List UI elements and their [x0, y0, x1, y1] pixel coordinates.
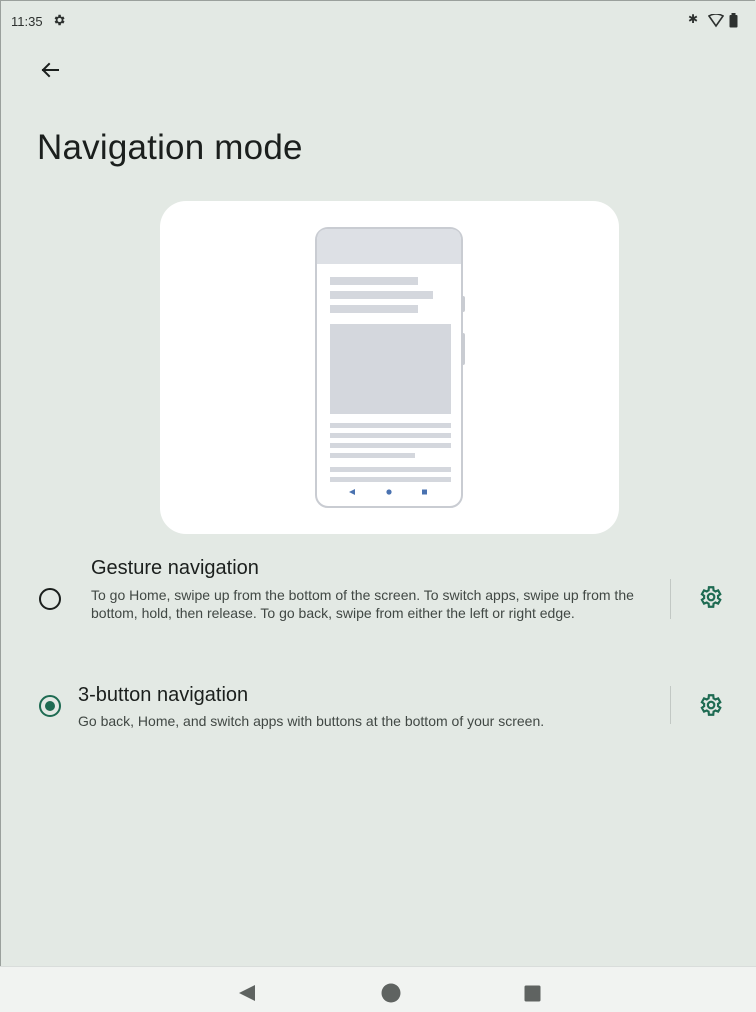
- gesture-title: Gesture navigation: [91, 557, 259, 579]
- gesture-radio[interactable]: [39, 588, 61, 610]
- settings-icon: [54, 14, 65, 26]
- gesture-settings-gear-icon[interactable]: [697, 584, 723, 610]
- option-gesture-navigation[interactable]: Gesture navigation To go Home, swipe up …: [0, 555, 756, 650]
- bluetooth-icon: ✱: [688, 12, 699, 26]
- 3-button-divider: [670, 686, 671, 724]
- arrow-back-icon[interactable]: [36, 56, 64, 84]
- wifi-icon: [708, 14, 724, 28]
- back-triangle-icon[interactable]: [238, 984, 256, 1002]
- system-nav-bar: [0, 966, 756, 1012]
- home-circle-icon[interactable]: [381, 983, 401, 1003]
- status-time: 11:35: [11, 14, 43, 29]
- recents-square-icon[interactable]: [524, 985, 541, 1002]
- option-3-button-navigation[interactable]: 3-button navigation Go back, Home, and s…: [0, 680, 756, 740]
- status-bar: 11:35 ✱: [0, 0, 756, 30]
- 3-button-radio[interactable]: [39, 695, 61, 717]
- phone-illustration: [160, 201, 619, 534]
- gesture-divider: [670, 579, 671, 619]
- gesture-description: To go Home, swipe up from the bottom of …: [91, 587, 634, 621]
- page-title: Navigation mode: [37, 128, 303, 167]
- 3-button-title: 3-button navigation: [78, 684, 249, 706]
- 3-button-settings-gear-icon[interactable]: [697, 692, 723, 718]
- 3-button-description: Go back, Home, and switch apps with butt…: [78, 713, 545, 729]
- battery-icon: [729, 13, 738, 28]
- phone-mockup-graphic: [315, 227, 465, 508]
